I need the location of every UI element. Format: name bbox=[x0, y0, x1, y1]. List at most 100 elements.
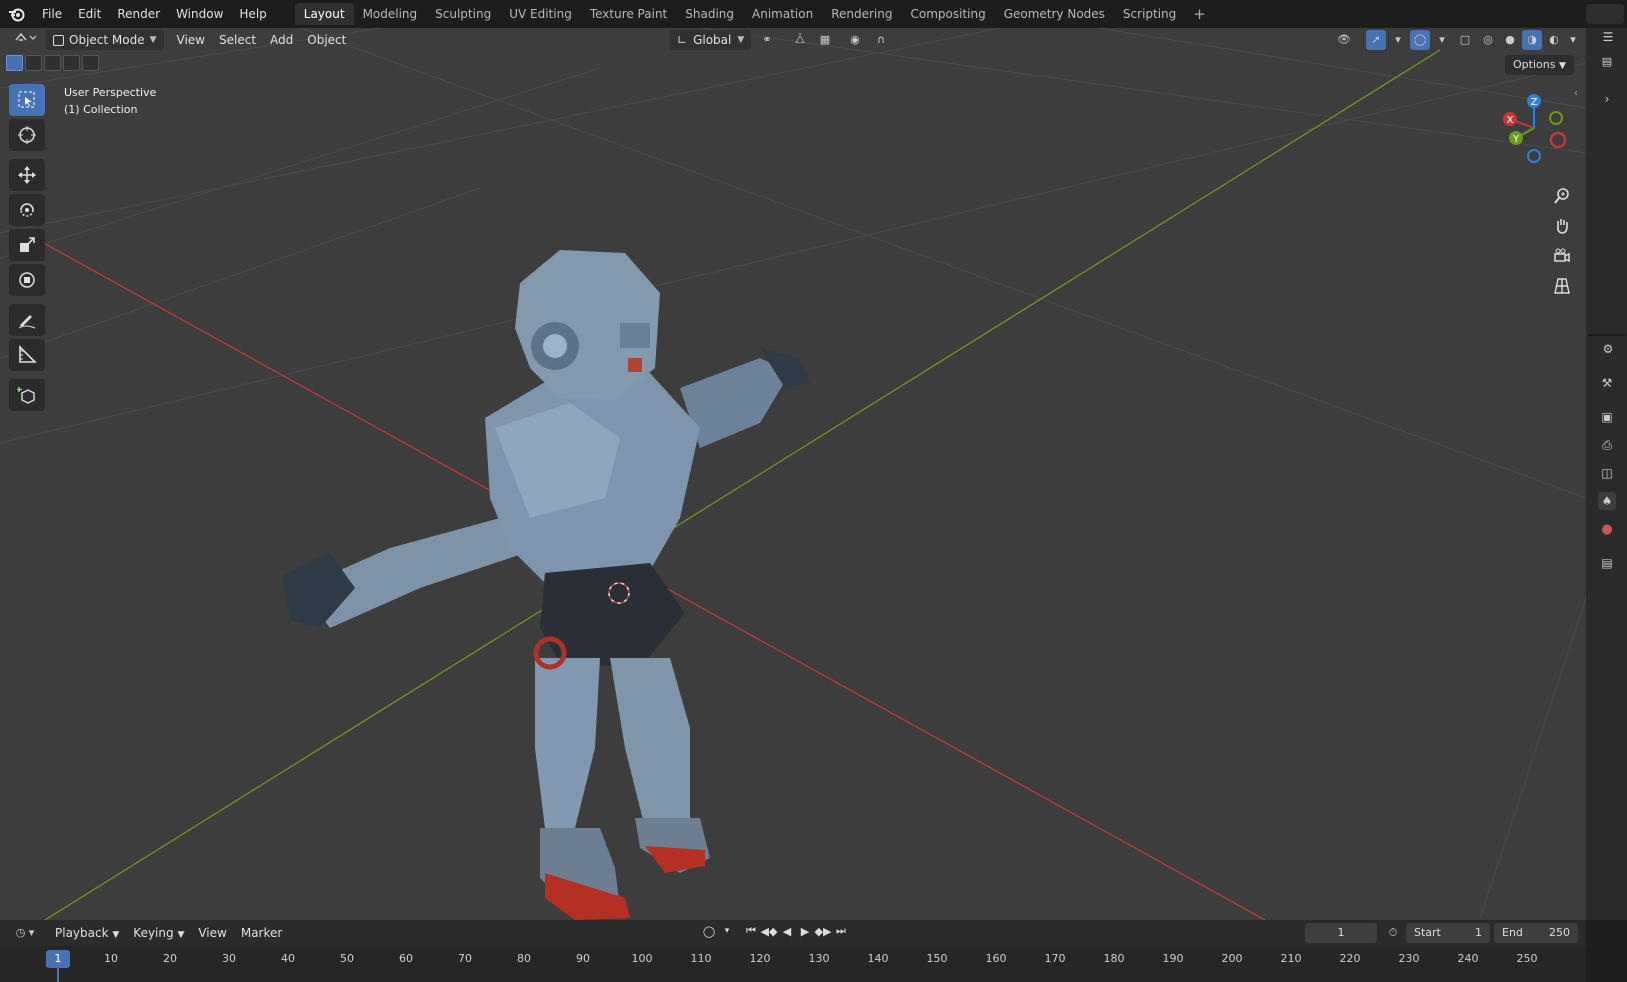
cursor-tool[interactable] bbox=[9, 119, 45, 151]
timeline-ruler[interactable]: 1 10 20 30 40 50 60 70 80 90 100 110 120 130 140 150 160… bbox=[0, 946, 1586, 982]
marker-menu[interactable]: Marker bbox=[234, 923, 289, 943]
frame-tick-label: 40 bbox=[281, 952, 295, 965]
material-shading-icon[interactable]: ◑ bbox=[1522, 30, 1542, 50]
chevron-down-icon[interactable]: ▾ bbox=[718, 926, 736, 936]
annotate-tool[interactable] bbox=[9, 304, 45, 336]
options-dropdown[interactable]: Options ▼ bbox=[1505, 55, 1574, 75]
add-workspace-button[interactable]: + bbox=[1185, 5, 1214, 23]
scale-tool[interactable] bbox=[9, 229, 45, 261]
overlays-toggle-icon[interactable]: ◯ bbox=[1410, 30, 1430, 50]
prev-keyframe-icon[interactable]: ◀◆ bbox=[760, 925, 778, 938]
chevron-down-icon[interactable]: ▾ bbox=[1388, 30, 1408, 50]
play-reverse-icon[interactable]: ◀ bbox=[778, 925, 796, 938]
editor-type-icon[interactable] bbox=[10, 30, 40, 50]
xray-toggle-icon[interactable]: □ bbox=[1455, 30, 1475, 50]
menu-view[interactable]: View bbox=[170, 30, 212, 50]
tool-properties-icon[interactable]: ⚒ bbox=[1598, 374, 1616, 392]
transform-tool[interactable] bbox=[9, 264, 45, 296]
render-properties-icon[interactable]: ▣ bbox=[1598, 408, 1616, 426]
outliner-filter-icon[interactable]: ▤ bbox=[1598, 52, 1616, 70]
expand-arrow-icon[interactable]: › bbox=[1598, 90, 1616, 108]
falloff-icon[interactable]: ∩ bbox=[867, 30, 895, 50]
timeline-view-menu[interactable]: View bbox=[191, 923, 233, 943]
playback-menu[interactable]: Playback ▼ bbox=[48, 923, 126, 943]
tab-uv-editing[interactable]: UV Editing bbox=[500, 3, 581, 25]
output-properties-icon[interactable]: ⎙ bbox=[1598, 436, 1616, 454]
next-keyframe-icon[interactable]: ◆▶ bbox=[814, 925, 832, 938]
3d-viewport[interactable]: Object Mode ▼ View Select Add Object ∟ G… bbox=[0, 28, 1586, 920]
menu-select[interactable]: Select bbox=[212, 30, 263, 50]
select-subtract-icon[interactable] bbox=[44, 55, 61, 71]
select-intersect-icon[interactable] bbox=[82, 55, 99, 71]
mode-label: Object Mode bbox=[69, 33, 145, 47]
chevron-down-icon[interactable]: ▾ bbox=[1432, 30, 1452, 50]
measure-tool[interactable] bbox=[9, 339, 45, 371]
camera-view-icon[interactable] bbox=[1548, 242, 1576, 270]
scene-properties-icon[interactable]: ♠ bbox=[1598, 492, 1616, 510]
solid-shading-icon[interactable]: ● bbox=[1500, 30, 1520, 50]
tab-modeling[interactable]: Modeling bbox=[354, 3, 427, 25]
select-box-tool[interactable] bbox=[9, 84, 45, 116]
current-frame-field[interactable]: 1 bbox=[1305, 923, 1377, 943]
world-properties-icon[interactable]: ● bbox=[1598, 520, 1616, 538]
tab-texture-paint[interactable]: Texture Paint bbox=[581, 3, 676, 25]
play-icon[interactable]: ▶ bbox=[796, 925, 814, 938]
visibility-eye-icon[interactable]: 👁 bbox=[1330, 30, 1358, 50]
tab-sculpting[interactable]: Sculpting bbox=[426, 3, 500, 25]
tab-geometry-nodes[interactable]: Geometry Nodes bbox=[995, 3, 1114, 25]
move-icon bbox=[18, 166, 36, 184]
auto-keying-icon[interactable]: ◯ bbox=[700, 925, 718, 938]
frame-tick-label: 170 bbox=[1044, 952, 1066, 965]
move-tool[interactable] bbox=[9, 159, 45, 191]
timeline-editor-type-icon[interactable]: ◷ ▾ bbox=[10, 923, 40, 943]
jump-start-icon[interactable]: ⏮ bbox=[742, 924, 760, 938]
menu-window[interactable]: Window bbox=[168, 3, 231, 25]
tab-layout[interactable]: Layout bbox=[294, 3, 354, 25]
proportional-editing-icon[interactable]: ◉ bbox=[845, 30, 865, 50]
blender-logo-icon[interactable] bbox=[0, 0, 34, 28]
snap-toggle-icon[interactable]: ⧊ bbox=[790, 30, 810, 50]
wireframe-shading-icon[interactable]: ◎ bbox=[1478, 30, 1498, 50]
keying-menu[interactable]: Keying ▼ bbox=[126, 923, 191, 943]
select-extend-icon[interactable] bbox=[25, 55, 42, 71]
perspective-grid-icon[interactable] bbox=[1548, 272, 1576, 300]
tab-scripting[interactable]: Scripting bbox=[1114, 3, 1185, 25]
navigation-gizmo[interactable]: Z X Y bbox=[1494, 88, 1574, 168]
add-cube-tool[interactable] bbox=[9, 379, 45, 411]
menu-file[interactable]: File bbox=[34, 3, 70, 25]
menu-object[interactable]: Object bbox=[300, 30, 353, 50]
snap-target-icon[interactable]: ▦ bbox=[812, 30, 838, 50]
zoom-icon[interactable] bbox=[1548, 182, 1576, 210]
jump-end-icon[interactable]: ⏭ bbox=[832, 924, 850, 938]
mode-dropdown[interactable]: Object Mode ▼ bbox=[46, 30, 164, 50]
rotate-tool[interactable] bbox=[9, 194, 45, 226]
preview-range-clock-icon[interactable]: ⏱ bbox=[1383, 923, 1403, 943]
rendered-shading-icon[interactable]: ◐ bbox=[1544, 30, 1564, 50]
chevron-down-icon[interactable]: ▾ bbox=[1563, 30, 1583, 50]
outliner-editor-icon[interactable]: ☰ bbox=[1594, 28, 1622, 46]
start-frame-field[interactable]: Start 1 bbox=[1406, 923, 1490, 943]
tab-rendering[interactable]: Rendering bbox=[822, 3, 901, 25]
gizmo-toggle-icon[interactable]: ➚ bbox=[1366, 30, 1386, 50]
pivot-point-icon[interactable]: ⚭ bbox=[752, 30, 782, 50]
select-invert-icon[interactable] bbox=[63, 55, 80, 71]
scene-selector[interactable] bbox=[1586, 4, 1624, 24]
end-frame-field[interactable]: End 250 bbox=[1494, 923, 1578, 943]
sidebar-toggle-icon[interactable]: ‹ bbox=[1574, 88, 1578, 99]
robot-model bbox=[282, 250, 810, 920]
pan-hand-icon[interactable] bbox=[1548, 212, 1576, 240]
view-layer-icon[interactable]: ◫ bbox=[1598, 464, 1616, 482]
tab-compositing[interactable]: Compositing bbox=[901, 3, 994, 25]
frame-tick-label: 150 bbox=[926, 952, 948, 965]
menu-edit[interactable]: Edit bbox=[70, 3, 109, 25]
frame-tick-label: 50 bbox=[340, 952, 354, 965]
menu-render[interactable]: Render bbox=[109, 3, 168, 25]
select-new-icon[interactable] bbox=[6, 55, 23, 71]
tab-animation[interactable]: Animation bbox=[743, 3, 822, 25]
menu-add[interactable]: Add bbox=[263, 30, 300, 50]
collection-properties-icon[interactable]: ▤ bbox=[1598, 554, 1616, 572]
transform-orientation-dropdown[interactable]: ∟ Global ▼ bbox=[670, 30, 752, 50]
menu-help[interactable]: Help bbox=[231, 3, 274, 25]
tab-shading[interactable]: Shading bbox=[676, 3, 743, 25]
properties-editor-icon[interactable]: ⚙ bbox=[1594, 340, 1622, 358]
